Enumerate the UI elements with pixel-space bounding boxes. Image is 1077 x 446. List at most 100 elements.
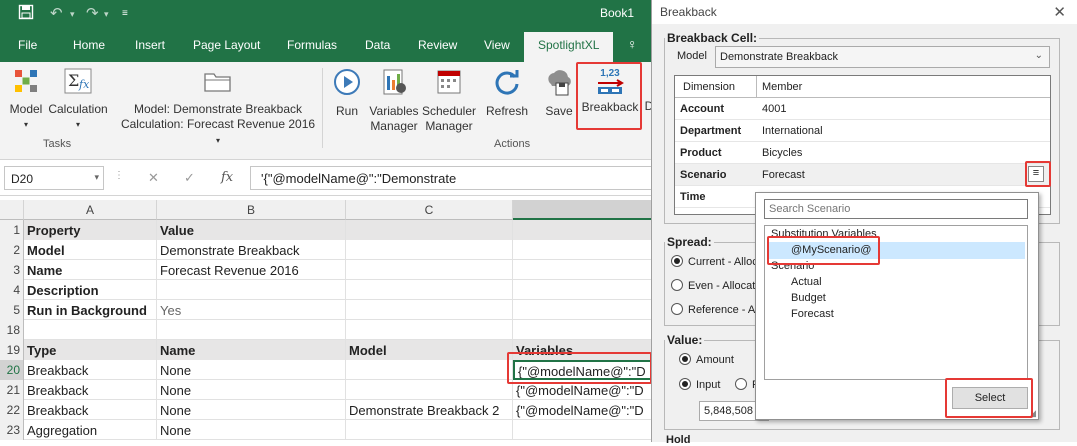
cell-a1[interactable]: Property xyxy=(24,220,157,240)
row-header[interactable]: 21 xyxy=(0,380,24,400)
cell-b5[interactable]: Yes xyxy=(157,300,346,320)
run-button[interactable]: Run xyxy=(328,68,366,119)
grid-row-scenario[interactable]: Scenario Forecast xyxy=(675,164,1050,186)
tab-view[interactable]: View xyxy=(484,38,510,52)
cell-a21[interactable]: Breakback xyxy=(24,380,157,400)
amount-radio[interactable]: Amount xyxy=(679,353,734,366)
cell-c23[interactable] xyxy=(346,420,513,440)
grid-row-product[interactable]: Product Bicycles xyxy=(675,142,1050,164)
cell-a23[interactable]: Aggregation xyxy=(24,420,157,440)
name-box-dropdown-icon[interactable]: ▾ xyxy=(94,172,99,183)
cell-c18[interactable] xyxy=(346,320,513,340)
spread-even-radio[interactable]: Even - Allocat xyxy=(671,279,755,292)
column-header-c[interactable]: C xyxy=(346,200,513,220)
cell-c5[interactable] xyxy=(346,300,513,320)
name-box[interactable]: D20 ▾ xyxy=(4,166,104,190)
enter-check-icon[interactable]: ✓ xyxy=(184,170,195,186)
cell-d22[interactable]: {"@modelName@":"D xyxy=(513,400,660,420)
tab-page-layout[interactable]: Page Layout xyxy=(193,38,260,52)
tab-data[interactable]: Data xyxy=(365,38,390,52)
scenario-item-budget[interactable]: Budget xyxy=(791,292,826,304)
cell-a5[interactable]: Run in Background xyxy=(24,300,157,320)
cell-a20[interactable]: Breakback xyxy=(24,360,157,380)
cell-a19[interactable]: Type xyxy=(24,340,157,360)
model-calc-info[interactable]: Model: Demonstrate Breakback Calculation… xyxy=(118,68,318,148)
input-radio[interactable]: Input xyxy=(679,378,720,391)
cell-b22[interactable]: None xyxy=(157,400,346,420)
tab-insert[interactable]: Insert xyxy=(135,38,165,52)
column-header-d[interactable] xyxy=(513,200,660,220)
cell-a2[interactable]: Model xyxy=(24,240,157,260)
undo-icon[interactable]: ↶ xyxy=(50,4,63,22)
model-button[interactable]: Model ▾ xyxy=(6,68,46,132)
row-header[interactable]: 23 xyxy=(0,420,24,440)
calculation-button[interactable]: Σfx Calculation ▾ xyxy=(46,68,110,132)
scheduler-manager-button[interactable]: Scheduler Manager xyxy=(421,68,477,134)
cell-a4[interactable]: Description xyxy=(24,280,157,300)
customize-toolbar-icon[interactable]: ≡ xyxy=(122,8,128,19)
row-header[interactable]: 5 xyxy=(0,300,24,320)
cell-c22[interactable]: Demonstrate Breakback 2 xyxy=(346,400,513,420)
spread-reference-radio[interactable]: Reference - A xyxy=(671,303,755,316)
row-header[interactable]: 4 xyxy=(0,280,24,300)
cell-c21[interactable] xyxy=(346,380,513,400)
cell-b19[interactable]: Name xyxy=(157,340,346,360)
cell-d3[interactable] xyxy=(513,260,660,280)
variables-manager-button[interactable]: Variables Manager xyxy=(368,68,420,134)
save-button[interactable]: Save xyxy=(540,68,578,119)
cell-d4[interactable] xyxy=(513,280,660,300)
cell-d5[interactable] xyxy=(513,300,660,320)
spread-current-radio[interactable]: Current - Alloc xyxy=(671,255,758,268)
cell-b2[interactable]: Demonstrate Breakback xyxy=(157,240,346,260)
cell-c4[interactable] xyxy=(346,280,513,300)
cell-b18[interactable] xyxy=(157,320,346,340)
cell-a3[interactable]: Name xyxy=(24,260,157,280)
scenario-item-forecast[interactable]: Forecast xyxy=(791,308,834,320)
cell-b23[interactable]: None xyxy=(157,420,346,440)
row-header[interactable]: 1 xyxy=(0,220,24,240)
search-scenario-input[interactable] xyxy=(764,199,1028,219)
grid-row-department[interactable]: Department International xyxy=(675,120,1050,142)
save-icon[interactable] xyxy=(18,4,34,24)
cell-b4[interactable] xyxy=(157,280,346,300)
cell-a22[interactable]: Breakback xyxy=(24,400,157,420)
undo-dropdown-icon[interactable]: ▾ xyxy=(70,9,75,20)
row-header[interactable]: 3 xyxy=(0,260,24,280)
formula-input[interactable]: '{"@modelName@":"Demonstrate xyxy=(250,166,660,190)
column-header-a[interactable]: A xyxy=(24,200,157,220)
row-header[interactable]: 20 xyxy=(0,360,24,380)
tab-formulas[interactable]: Formulas xyxy=(287,38,337,52)
cell-c3[interactable] xyxy=(346,260,513,280)
cell-b1[interactable]: Value xyxy=(157,220,346,240)
tab-review[interactable]: Review xyxy=(418,38,457,52)
column-header-b[interactable]: B xyxy=(157,200,346,220)
close-icon[interactable]: ✕ xyxy=(1053,3,1066,21)
cell-d1[interactable] xyxy=(513,220,660,240)
redo-dropdown-icon[interactable]: ▾ xyxy=(104,9,109,20)
select-all-corner[interactable] xyxy=(0,200,24,220)
cell-c2[interactable] xyxy=(346,240,513,260)
cell-c1[interactable] xyxy=(346,220,513,240)
cell-d18[interactable] xyxy=(513,320,660,340)
tab-home[interactable]: Home xyxy=(73,38,105,52)
cancel-icon[interactable]: ✕ xyxy=(148,170,159,186)
cell-d2[interactable] xyxy=(513,240,660,260)
row-header[interactable]: 18 xyxy=(0,320,24,340)
grid-row-account[interactable]: Account 4001 xyxy=(675,98,1050,120)
insert-function-icon[interactable]: fx xyxy=(221,170,233,185)
refresh-button[interactable]: Refresh xyxy=(484,68,530,119)
row-header[interactable]: 2 xyxy=(0,240,24,260)
cell-b21[interactable]: None xyxy=(157,380,346,400)
cell-c19[interactable]: Model xyxy=(346,340,513,360)
row-header[interactable]: 22 xyxy=(0,400,24,420)
tell-me-lightbulb-icon[interactable]: ♀ xyxy=(627,36,638,52)
cell-d23[interactable] xyxy=(513,420,660,440)
cell-c20[interactable] xyxy=(346,360,513,380)
cell-a18[interactable] xyxy=(24,320,157,340)
tab-file[interactable]: File xyxy=(18,38,37,52)
cell-b3[interactable]: Forecast Revenue 2016 xyxy=(157,260,346,280)
cell-b20[interactable]: None xyxy=(157,360,346,380)
model-select[interactable]: Demonstrate Breakback ⌄ xyxy=(715,46,1050,68)
row-header[interactable]: 19 xyxy=(0,340,24,360)
scenario-item-actual[interactable]: Actual xyxy=(791,276,822,288)
